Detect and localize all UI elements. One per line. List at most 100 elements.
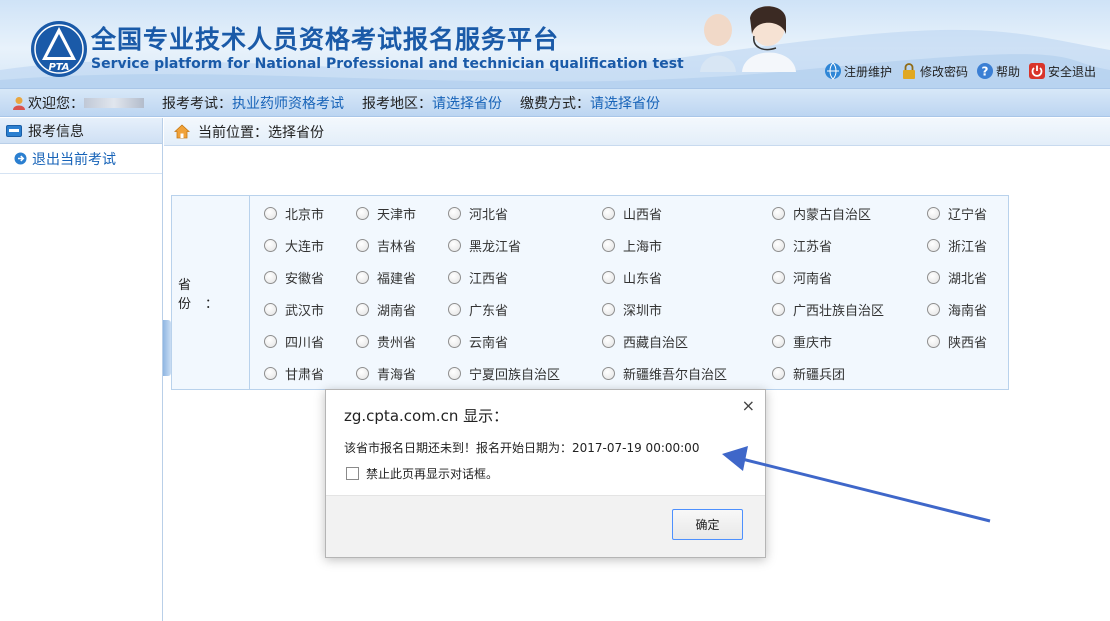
province-option[interactable]: 大连市 <box>264 236 324 255</box>
province-option[interactable]: 宁夏回族自治区 <box>448 364 560 383</box>
province-option[interactable]: 西藏自治区 <box>602 332 688 351</box>
province-option[interactable]: 浙江省 <box>927 236 987 255</box>
province-radio[interactable] <box>264 271 277 284</box>
province-radio[interactable] <box>927 303 940 316</box>
province-name: 陕西省 <box>948 336 988 351</box>
province-radio[interactable] <box>772 207 785 220</box>
province-option[interactable]: 黑龙江省 <box>448 236 521 255</box>
province-radio[interactable] <box>602 303 615 316</box>
province-option[interactable]: 辽宁省 <box>927 204 987 223</box>
province-radio[interactable] <box>927 207 940 220</box>
province-name: 安徽省 <box>285 272 325 287</box>
region-value[interactable]: 请选择省份 <box>432 93 502 113</box>
province-option[interactable]: 青海省 <box>356 364 416 383</box>
province-option[interactable]: 安徽省 <box>264 268 324 287</box>
province-radio[interactable] <box>927 271 940 284</box>
province-radio[interactable] <box>356 239 369 252</box>
province-radio[interactable] <box>448 335 461 348</box>
province-option[interactable]: 山西省 <box>602 204 662 223</box>
province-option[interactable]: 内蒙古自治区 <box>772 204 871 223</box>
province-option[interactable]: 上海市 <box>602 236 662 255</box>
province-radio[interactable] <box>772 239 785 252</box>
province-radio[interactable] <box>772 335 785 348</box>
province-radio[interactable] <box>356 271 369 284</box>
info-bar: 欢迎您： 报考考试： 执业药师资格考试 报考地区： 请选择省份 缴费方式： 请选… <box>0 88 1110 117</box>
province-radio[interactable] <box>927 335 940 348</box>
dialog-close-icon[interactable]: × <box>742 396 755 415</box>
province-option[interactable]: 福建省 <box>356 268 416 287</box>
province-option[interactable]: 新疆维吾尔自治区 <box>602 364 727 383</box>
province-option[interactable]: 河南省 <box>772 268 832 287</box>
province-radio[interactable] <box>772 303 785 316</box>
province-option[interactable]: 深圳市 <box>602 300 662 319</box>
province-radio[interactable] <box>264 303 277 316</box>
province-radio[interactable] <box>448 207 461 220</box>
province-name: 武汉市 <box>285 304 325 319</box>
province-name: 广西壮族自治区 <box>793 304 885 319</box>
province-radio[interactable] <box>602 271 615 284</box>
province-radio[interactable] <box>264 335 277 348</box>
province-radio[interactable] <box>927 239 940 252</box>
province-radio[interactable] <box>356 335 369 348</box>
province-option[interactable]: 湖北省 <box>927 268 987 287</box>
province-option[interactable]: 江苏省 <box>772 236 832 255</box>
help-link[interactable]: ? 帮助 <box>976 62 1020 80</box>
province-option[interactable]: 河北省 <box>448 204 508 223</box>
province-radio[interactable] <box>448 367 461 380</box>
province-radio[interactable] <box>448 239 461 252</box>
dialog-message: 该省市报名日期还未到！报名开始日期为：2017-07-19 00:00:00 <box>344 441 700 455</box>
province-radio[interactable] <box>602 239 615 252</box>
sidebar-item-exit-exam[interactable]: 退出当前考试 <box>0 144 162 174</box>
province-name: 北京市 <box>285 208 325 223</box>
province-radio[interactable] <box>772 367 785 380</box>
exam-value[interactable]: 执业药师资格考试 <box>232 93 344 113</box>
logout-link[interactable]: 安全退出 <box>1028 62 1096 80</box>
province-option[interactable]: 甘肃省 <box>264 364 324 383</box>
province-radio[interactable] <box>448 271 461 284</box>
province-option[interactable]: 北京市 <box>264 204 324 223</box>
arrow-circle-icon <box>14 152 27 165</box>
sidebar-header-label: 报考信息 <box>28 123 84 140</box>
change-password-link[interactable]: 修改密码 <box>900 62 968 80</box>
province-option[interactable]: 云南省 <box>448 332 508 351</box>
province-option[interactable]: 山东省 <box>602 268 662 287</box>
province-option[interactable]: 广东省 <box>448 300 508 319</box>
province-name: 湖北省 <box>948 272 988 287</box>
province-option[interactable]: 重庆市 <box>772 332 832 351</box>
user-icon <box>13 96 25 110</box>
province-option[interactable]: 武汉市 <box>264 300 324 319</box>
province-radio[interactable] <box>264 239 277 252</box>
ok-button[interactable]: 确定 <box>672 509 743 540</box>
province-radio[interactable] <box>264 207 277 220</box>
province-radio[interactable] <box>356 367 369 380</box>
exam-label: 报考考试： <box>162 95 232 112</box>
province-option[interactable]: 海南省 <box>927 300 987 319</box>
suppress-dialog-checkbox[interactable]: 禁止此页再显示对话框。 <box>346 465 498 482</box>
province-option[interactable]: 吉林省 <box>356 236 416 255</box>
province-name: 新疆兵团 <box>793 368 846 383</box>
province-name: 山东省 <box>623 272 663 287</box>
province-radio[interactable] <box>356 303 369 316</box>
checkbox-box[interactable] <box>346 467 359 480</box>
province-option[interactable]: 新疆兵团 <box>772 364 845 383</box>
register-maintain-link[interactable]: 注册维护 <box>824 62 892 80</box>
province-radio[interactable] <box>772 271 785 284</box>
province-option[interactable]: 湖南省 <box>356 300 416 319</box>
province-radio[interactable] <box>602 335 615 348</box>
payment-value[interactable]: 请选择省份 <box>590 93 660 113</box>
province-option[interactable]: 贵州省 <box>356 332 416 351</box>
province-option[interactable]: 陕西省 <box>927 332 987 351</box>
province-option[interactable]: 江西省 <box>448 268 508 287</box>
province-option[interactable]: 天津市 <box>356 204 416 223</box>
sidebar-collapse-handle[interactable] <box>163 320 171 376</box>
province-radio[interactable] <box>264 367 277 380</box>
province-radio[interactable] <box>448 303 461 316</box>
page: PTA 全国专业技术人员资格考试报名服务平台 Service platform … <box>0 0 1110 621</box>
province-radio[interactable] <box>356 207 369 220</box>
change-password-label: 修改密码 <box>919 64 968 79</box>
province-option[interactable]: 四川省 <box>264 332 324 351</box>
province-radio[interactable] <box>602 367 615 380</box>
province-radio[interactable] <box>602 207 615 220</box>
site-subtitle: Service platform for National Profession… <box>91 56 684 72</box>
province-option[interactable]: 广西壮族自治区 <box>772 300 884 319</box>
